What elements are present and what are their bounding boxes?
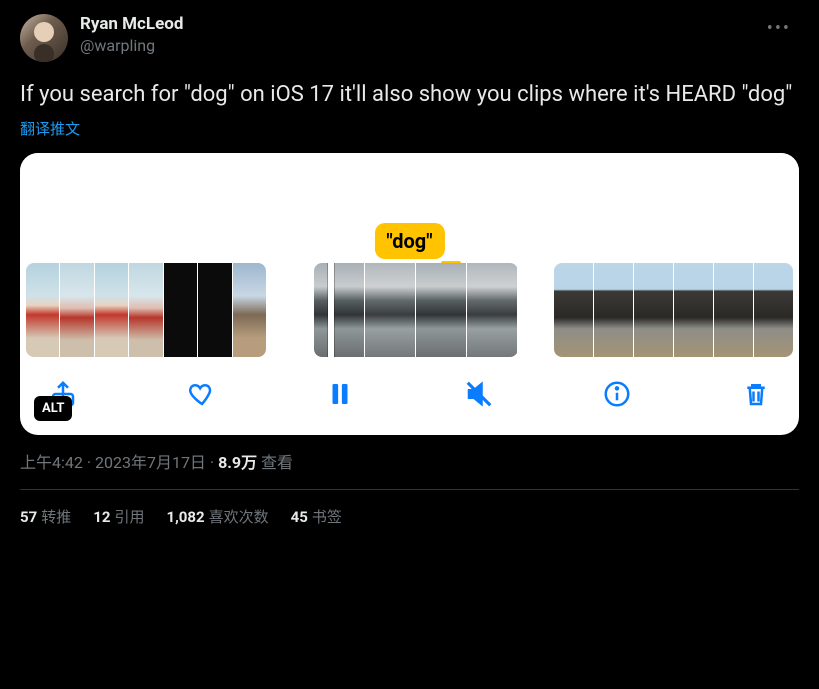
timeline-frame: [164, 263, 197, 357]
stat-bookmarks[interactable]: 45书签: [291, 506, 342, 527]
timeline-frame: [314, 263, 364, 357]
author-block[interactable]: Ryan McLeod @warpling: [80, 14, 759, 55]
timeline-frame: [754, 263, 793, 357]
stat-quotes[interactable]: 12引用: [93, 506, 144, 527]
stats-row: 57转推 12引用 1,082喜欢次数 45书签: [20, 506, 799, 527]
meta-sep: ·: [83, 453, 95, 472]
timeline-frame: [60, 263, 93, 357]
timeline-frame: [26, 263, 59, 357]
stat-retweets[interactable]: 57转推: [20, 506, 71, 527]
timeline-frame: [95, 263, 128, 357]
ellipsis-icon: •••: [767, 18, 791, 39]
tweet-container: Ryan McLeod @warpling ••• If you search …: [0, 0, 819, 527]
views-label: 查看: [261, 453, 293, 472]
handle: @warpling: [80, 36, 759, 55]
more-button[interactable]: •••: [759, 14, 799, 43]
timeline-frame: [365, 263, 415, 357]
timeline-frame: [674, 263, 713, 357]
timeline-frame: [416, 263, 466, 357]
divider: [20, 489, 799, 490]
timeline-frame: [634, 263, 673, 357]
tweet-text: If you search for "dog" on iOS 17 it'll …: [20, 80, 799, 110]
timeline-frame: [233, 263, 266, 357]
mute-icon[interactable]: [464, 379, 494, 409]
timeline-frame: [594, 263, 633, 357]
stat-likes[interactable]: 1,082喜欢次数: [166, 506, 268, 527]
info-icon[interactable]: [602, 379, 632, 409]
clip-group-2[interactable]: [314, 263, 518, 357]
alt-badge[interactable]: ALT: [34, 396, 72, 421]
timeline-frame: [714, 263, 753, 357]
views-count: 8.9万: [218, 453, 257, 472]
playhead[interactable]: [328, 263, 334, 357]
timeline-frame: [554, 263, 593, 357]
timeline-frame: [467, 263, 517, 357]
media-toolbar: [20, 357, 799, 435]
translate-link[interactable]: 翻译推文: [20, 118, 799, 139]
meta-time[interactable]: 上午4:42: [20, 453, 83, 472]
meta-date[interactable]: 2023年7月17日: [95, 453, 206, 472]
video-timeline[interactable]: [20, 263, 799, 357]
caption-bubble: "dog": [374, 223, 444, 259]
media-upper: "dog": [20, 153, 799, 263]
clip-group-3[interactable]: [554, 263, 793, 357]
heart-icon[interactable]: [187, 379, 217, 409]
timeline-frame: [129, 263, 162, 357]
media-card[interactable]: "dog": [20, 153, 799, 435]
clip-group-1[interactable]: [26, 263, 266, 357]
avatar[interactable]: [20, 14, 68, 62]
pause-icon[interactable]: [325, 379, 355, 409]
tweet-header: Ryan McLeod @warpling •••: [20, 14, 799, 62]
tweet-meta: 上午4:42 · 2023年7月17日 · 8.9万 查看: [20, 449, 799, 473]
trash-icon[interactable]: [741, 379, 771, 409]
display-name: Ryan McLeod: [80, 14, 759, 34]
meta-sep2: ·: [206, 453, 218, 472]
timeline-frame: [198, 263, 231, 357]
